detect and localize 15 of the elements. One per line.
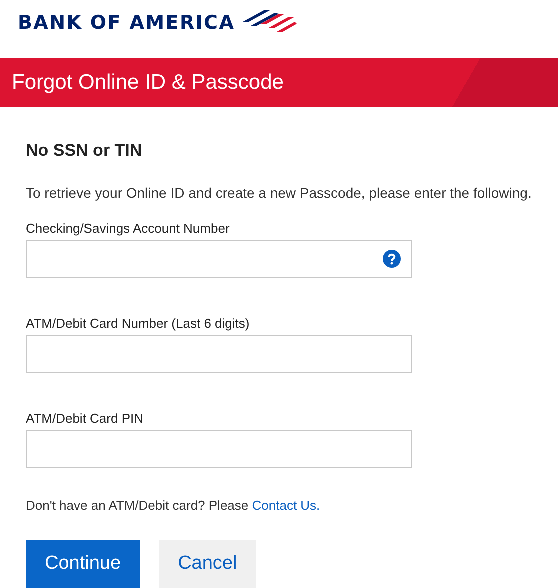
input-field[interactable] [26, 240, 412, 278]
page-title: Forgot Online ID & Passcode [12, 70, 284, 94]
input-field[interactable] [26, 430, 412, 468]
bank-logo-text: BANK OF AMERICA [18, 12, 236, 34]
field-label: ATM/Debit Card Number (Last 6 digits) [26, 316, 251, 331]
input-field[interactable] [26, 335, 412, 373]
continue-button[interactable]: Continue [26, 540, 140, 588]
field-label: ATM/Debit Card PIN [26, 411, 145, 426]
section-heading: No SSN or TIN [26, 141, 144, 161]
instructions-text: To retrieve your Online ID and create a new Passcode, please enter the following. [26, 185, 533, 201]
help-icon[interactable] [383, 250, 401, 268]
contact-link[interactable]: Contact Us. [252, 498, 320, 513]
field-label: Checking/Savings Account Number [26, 221, 231, 236]
cancel-button[interactable]: Cancel [159, 540, 256, 588]
help-text: Don't have an ATM/Debit card? Please Contact Us. [26, 498, 322, 513]
